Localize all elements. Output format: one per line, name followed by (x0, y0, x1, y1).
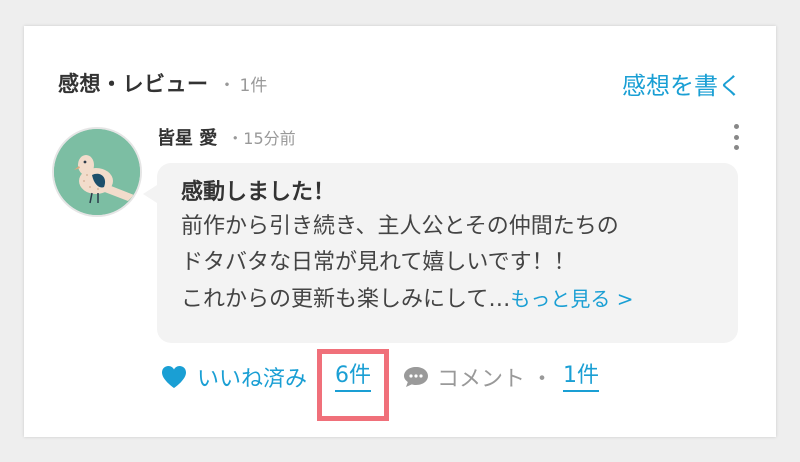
section-header: 感想・レビュー ・ 1件 (58, 68, 267, 98)
post-time: ・15分前 (227, 129, 296, 148)
like-button[interactable]: いいね済み (161, 361, 307, 393)
comment-label: コメント (437, 367, 526, 392)
like-label: いいね済み (197, 367, 308, 392)
review-count-value: 1件 (239, 76, 268, 96)
review-author: 皆星 愛 ・15分前 (157, 124, 296, 150)
post-time-value: 15分前 (243, 129, 296, 148)
section-title: 感想・レビュー (58, 72, 209, 96)
review-card: 感想・レビュー ・ 1件 感想を書く 皆星 愛 ・15分前 感動しました！ 前作… (24, 26, 776, 437)
like-count-highlight: 6件 (317, 349, 390, 421)
review-line: 前作から引き続き、主人公とその仲間たちの (181, 214, 619, 239)
review-bubble: 感動しました！ 前作から引き続き、主人公とその仲間たちの ドタバタな日常が見れて… (143, 163, 738, 343)
separator-dot: ・ (531, 367, 554, 392)
review-line: これからの更新も楽しみにして…もっと見る > (181, 281, 714, 318)
like-count-link[interactable]: 6件 (335, 362, 372, 392)
comment-button[interactable]: コメント (403, 361, 525, 393)
review-title: 感動しました！ (181, 180, 336, 205)
review-line-text: これからの更新も楽しみにして… (181, 287, 511, 312)
review-body: 前作から引き続き、主人公とその仲間たちの ドタバタな日常が見れて嬉しいです！！ … (181, 209, 714, 318)
author-name[interactable]: 皆星 愛 (157, 124, 217, 150)
write-review-link[interactable]: 感想を書く (622, 66, 742, 101)
bird-avatar-icon (54, 129, 140, 215)
heart-icon (162, 366, 186, 388)
review-actions: いいね済み 6件 コメント ・ 1件 (161, 349, 600, 421)
read-more-link[interactable]: もっと見る > (510, 287, 633, 311)
review-line: ドタバタな日常が見れて嬉しいです！！ (181, 250, 576, 275)
comment-count-link[interactable]: 1件 (563, 362, 600, 392)
avatar[interactable] (52, 127, 142, 217)
speech-bubble-icon (404, 367, 429, 387)
review-count: ・ 1件 (218, 76, 268, 96)
more-menu-icon[interactable] (730, 124, 742, 150)
